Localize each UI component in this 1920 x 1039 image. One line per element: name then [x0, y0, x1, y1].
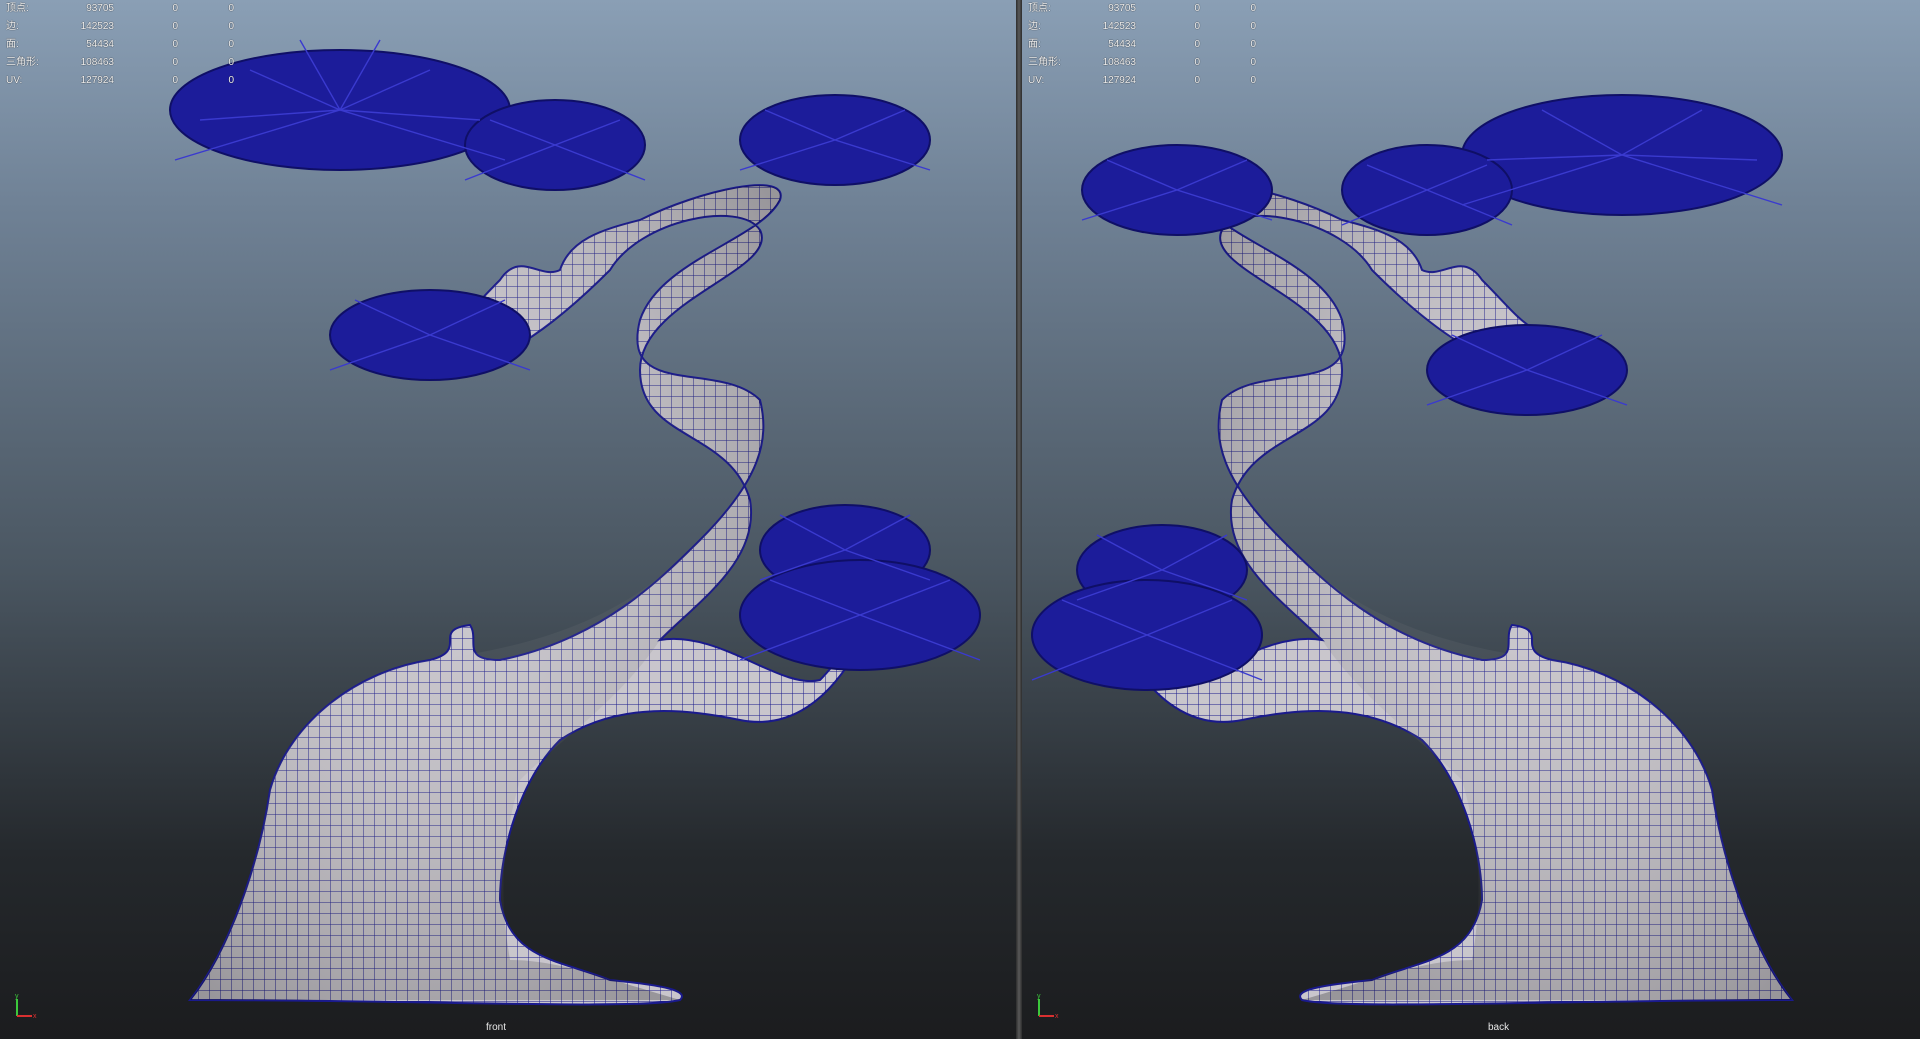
- hud-label: 顶点:: [1028, 3, 1051, 14]
- hud-row-vertices: 顶点: 93705 0 0: [1028, 0, 1268, 18]
- hud-row-vertices: 顶点: 93705 0 0: [6, 0, 246, 18]
- hud-value: 142523: [1102, 21, 1136, 32]
- hud-selected: 0: [1194, 75, 1200, 86]
- hud-row-uvs: UV: 127924 0 0: [1028, 72, 1268, 90]
- hud-value: 127924: [1102, 75, 1136, 86]
- hud-uv-count: 0: [1250, 21, 1256, 32]
- axis-x-label: x: [33, 1013, 37, 1019]
- hud-selected: 0: [172, 39, 178, 50]
- hud-row-triangles: 三角形: 108463 0 0: [6, 54, 246, 72]
- poly-count-hud: 顶点: 93705 0 0 边: 142523 0 0 面: 54434 0 0…: [1028, 0, 1268, 90]
- maya-app: 顶点: 93705 0 0 边: 142523 0 0 面: 54434 0 0…: [0, 0, 1920, 1039]
- hud-uv-count: 0: [1250, 57, 1256, 68]
- hud-selected: 0: [1194, 57, 1200, 68]
- hud-label: 三角形:: [6, 57, 39, 68]
- hud-label: 边:: [6, 21, 19, 32]
- view-axis-icon: y x: [15, 993, 37, 1019]
- hud-label: 边:: [1028, 21, 1041, 32]
- hud-value: 108463: [80, 57, 114, 68]
- hud-label: 面:: [1028, 39, 1041, 50]
- axis-y-label: y: [15, 993, 19, 1000]
- poly-count-hud: 顶点: 93705 0 0 边: 142523 0 0 面: 54434 0 0…: [6, 0, 246, 90]
- hud-row-uvs: UV: 127924 0 0: [6, 72, 246, 90]
- hud-value: 93705: [1108, 3, 1136, 14]
- bonsai-mesh-back[interactable]: [1022, 0, 1920, 1039]
- hud-selected: 0: [1194, 3, 1200, 14]
- hud-row-edges: 边: 142523 0 0: [6, 18, 246, 36]
- viewport-back[interactable]: 顶点: 93705 0 0 边: 142523 0 0 面: 54434 0 0…: [1022, 0, 1920, 1039]
- hud-label: 三角形:: [1028, 57, 1061, 68]
- hud-label: 顶点:: [6, 3, 29, 14]
- axis-x-label: x: [1055, 1013, 1059, 1019]
- hud-uv-count: 0: [228, 75, 234, 86]
- foliage-clusters: [1031, 94, 1783, 691]
- camera-name-label: front: [486, 1022, 507, 1033]
- hud-row-edges: 边: 142523 0 0: [1028, 18, 1268, 36]
- hud-label: UV:: [6, 75, 23, 86]
- hud-row-triangles: 三角形: 108463 0 0: [1028, 54, 1268, 72]
- hud-selected: 0: [1194, 39, 1200, 50]
- hud-uv-count: 0: [1250, 75, 1256, 86]
- hud-selected: 0: [172, 57, 178, 68]
- hud-selected: 0: [172, 3, 178, 14]
- hud-selected: 0: [172, 75, 178, 86]
- view-axis-icon: y x: [1037, 993, 1059, 1019]
- hud-uv-count: 0: [228, 57, 234, 68]
- hud-value: 54434: [1108, 39, 1136, 50]
- axis-y-label: y: [1037, 993, 1041, 1000]
- hud-selected: 0: [172, 21, 178, 32]
- camera-name-label: back: [1488, 1022, 1510, 1033]
- hud-row-faces: 面: 54434 0 0: [6, 36, 246, 54]
- hud-row-faces: 面: 54434 0 0: [1028, 36, 1268, 54]
- hud-selected: 0: [1194, 21, 1200, 32]
- hud-uv-count: 0: [1250, 39, 1256, 50]
- hud-label: 面:: [6, 39, 19, 50]
- foliage-clusters: [169, 49, 981, 671]
- bonsai-mesh-front[interactable]: [0, 0, 1016, 1039]
- hud-value: 127924: [80, 75, 114, 86]
- hud-uv-count: 0: [228, 39, 234, 50]
- hud-uv-count: 0: [1250, 3, 1256, 14]
- viewport-front[interactable]: 顶点: 93705 0 0 边: 142523 0 0 面: 54434 0 0…: [0, 0, 1016, 1039]
- hud-value: 142523: [80, 21, 114, 32]
- hud-label: UV:: [1028, 75, 1045, 86]
- hud-value: 93705: [86, 3, 114, 14]
- hud-value: 54434: [86, 39, 114, 50]
- hud-uv-count: 0: [228, 21, 234, 32]
- hud-uv-count: 0: [228, 3, 234, 14]
- hud-value: 108463: [1102, 57, 1136, 68]
